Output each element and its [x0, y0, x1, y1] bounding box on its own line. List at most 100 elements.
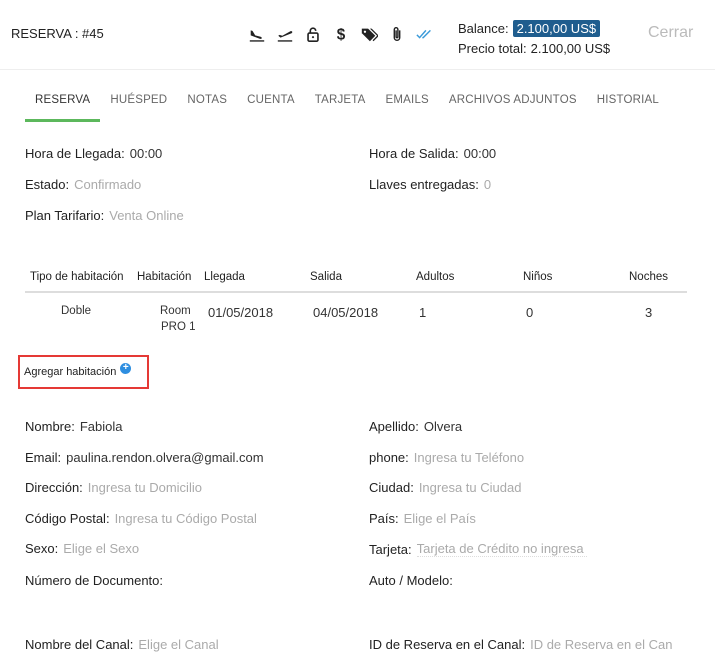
- double-check-icon[interactable]: [415, 24, 435, 44]
- total-price-value: 2.100,00 US$: [530, 41, 611, 56]
- status-label: Estado:: [25, 177, 70, 192]
- phone-field: phone: Ingresa tu Teléfono: [369, 450, 524, 465]
- document-field: Número de Documento:: [25, 573, 163, 588]
- col-children: Niños: [523, 271, 553, 283]
- dollar-icon[interactable]: $: [331, 24, 351, 44]
- rooms-table-header: Tipo de habitación Habitación Llegada Sa…: [25, 262, 687, 293]
- total-price-label: Precio total:: [458, 41, 527, 56]
- col-departure: Salida: [310, 271, 342, 283]
- sex-field: Sexo: Elige el Sexo: [25, 541, 139, 556]
- rate-plan-value[interactable]: Venta Online: [109, 208, 183, 223]
- tab-notas[interactable]: NOTAS: [177, 90, 237, 122]
- paperclip-icon[interactable]: [387, 24, 407, 44]
- card-label: Tarjeta:: [369, 542, 412, 557]
- tab-emails[interactable]: EMAILS: [376, 90, 439, 122]
- tab-archivos-adjuntos[interactable]: ARCHIVOS ADJUNTOS: [439, 90, 587, 122]
- car-label: Auto / Modelo:: [369, 573, 453, 588]
- sex-label: Sexo:: [25, 541, 59, 556]
- channel-name-field: Nombre del Canal: Elige el Canal: [25, 637, 219, 652]
- tab-huesped[interactable]: HUÉSPED: [100, 90, 177, 122]
- cell-adults: 1: [419, 305, 427, 320]
- departure-time-value[interactable]: 00:00: [464, 146, 497, 161]
- tab-reserva[interactable]: RESERVA: [25, 90, 101, 122]
- balance-label: Balance:: [458, 21, 509, 36]
- add-room-button[interactable]: Agregar habitación +: [18, 355, 149, 389]
- col-arrival: Llegada: [204, 271, 245, 283]
- first-name-label: Nombre:: [25, 419, 75, 434]
- channel-name-label: Nombre del Canal:: [25, 637, 134, 652]
- email-value[interactable]: paulina.rendon.olvera@gmail.com: [66, 450, 263, 465]
- keys-value[interactable]: 0: [484, 177, 491, 192]
- phone-input[interactable]: Ingresa tu Teléfono: [414, 450, 524, 465]
- address-field: Dirección: Ingresa tu Domicilio: [25, 480, 202, 495]
- city-label: Ciudad:: [369, 480, 414, 495]
- col-nights: Noches: [629, 271, 668, 283]
- keys-field: Llaves entregadas: 0: [369, 177, 491, 192]
- card-input[interactable]: Tarjeta de Crédito no ingresa: [416, 541, 587, 557]
- cell-room-type: Doble: [61, 305, 92, 317]
- sex-select[interactable]: Elige el Sexo: [63, 541, 139, 556]
- departure-time-label: Hora de Salida:: [369, 146, 459, 161]
- email-field: Email: paulina.rendon.olvera@gmail.com: [25, 450, 264, 465]
- status-field: Estado: Confirmado: [25, 177, 141, 192]
- email-label: Email:: [25, 450, 62, 465]
- plane-arrival-icon[interactable]: [247, 24, 267, 44]
- tab-historial[interactable]: HISTORIAL: [587, 90, 669, 122]
- car-field: Auto / Modelo:: [369, 573, 453, 588]
- city-field: Ciudad: Ingresa tu Ciudad: [369, 480, 521, 495]
- col-room-type: Tipo de habitación: [30, 271, 124, 283]
- card-field: Tarjeta: Tarjeta de Crédito no ingresa: [369, 541, 587, 557]
- phone-label: phone:: [369, 450, 409, 465]
- cell-room-line2: PRO 1: [161, 321, 196, 333]
- channel-res-id-label: ID de Reserva en el Canal:: [369, 637, 526, 652]
- cell-room-line1: Room: [160, 305, 191, 317]
- zip-input[interactable]: Ingresa tu Código Postal: [115, 511, 257, 526]
- tab-cuenta[interactable]: CUENTA: [237, 90, 305, 122]
- country-select[interactable]: Elige el País: [404, 511, 476, 526]
- col-adults: Adultos: [416, 271, 455, 283]
- status-value[interactable]: Confirmado: [74, 177, 141, 192]
- arrival-time-label: Hora de Llegada:: [25, 146, 125, 161]
- last-name-field: Apellido: Olvera: [369, 419, 462, 434]
- plus-circle-icon: +: [120, 362, 132, 374]
- last-name-value[interactable]: Olvera: [424, 419, 462, 434]
- cell-departure: 04/05/2018: [313, 305, 379, 320]
- lock-icon[interactable]: [303, 24, 323, 44]
- country-field: País: Elige el País: [369, 511, 476, 526]
- cell-children: 0: [526, 305, 534, 320]
- zip-field: Código Postal: Ingresa tu Código Postal: [25, 511, 257, 526]
- cell-nights: 3: [645, 305, 653, 320]
- first-name-field: Nombre: Fabiola: [25, 419, 123, 434]
- reservation-header: RESERVA : #45 $ Balance: 2.100,00 US$ Pr…: [0, 0, 715, 70]
- first-name-value[interactable]: Fabiola: [80, 419, 123, 434]
- address-label: Dirección:: [25, 480, 83, 495]
- reservation-title: RESERVA : #45: [11, 26, 104, 41]
- last-name-label: Apellido:: [369, 419, 419, 434]
- channel-res-id-field: ID de Reserva en el Canal: ID de Reserva …: [369, 637, 672, 652]
- svg-text:$: $: [337, 26, 346, 43]
- tags-icon[interactable]: [359, 24, 379, 44]
- col-room: Habitación: [137, 271, 192, 283]
- departure-time-field: Hora de Salida: 00:00: [369, 146, 496, 161]
- country-label: País:: [369, 511, 399, 526]
- channel-name-select[interactable]: Elige el Canal: [138, 637, 218, 652]
- table-row[interactable]: Doble Room PRO 1 01/05/2018 04/05/2018 1…: [25, 293, 687, 343]
- rate-plan-label: Plan Tarifario:: [25, 208, 105, 223]
- balance-badge: 2.100,00 US$: [512, 20, 601, 37]
- balance-line: Balance: 2.100,00 US$: [458, 20, 601, 37]
- zip-label: Código Postal:: [25, 511, 110, 526]
- keys-label: Llaves entregadas:: [369, 177, 479, 192]
- document-label: Número de Documento:: [25, 573, 164, 588]
- action-icons: $: [247, 24, 435, 44]
- add-room-label: Agregar habitación: [24, 366, 117, 378]
- tab-tarjeta[interactable]: TARJETA: [305, 90, 376, 122]
- arrival-time-value[interactable]: 00:00: [130, 146, 163, 161]
- city-input[interactable]: Ingresa tu Ciudad: [419, 480, 522, 495]
- address-input[interactable]: Ingresa tu Domicilio: [88, 480, 202, 495]
- rooms-table: Tipo de habitación Habitación Llegada Sa…: [25, 262, 687, 343]
- close-button[interactable]: Cerrar: [648, 24, 693, 42]
- channel-res-id-input[interactable]: ID de Reserva en el Can: [530, 637, 672, 652]
- plane-departure-icon[interactable]: [275, 24, 295, 44]
- tab-bar: RESERVA HUÉSPED NOTAS CUENTA TARJETA EMA…: [25, 90, 669, 122]
- cell-arrival: 01/05/2018: [208, 305, 274, 320]
